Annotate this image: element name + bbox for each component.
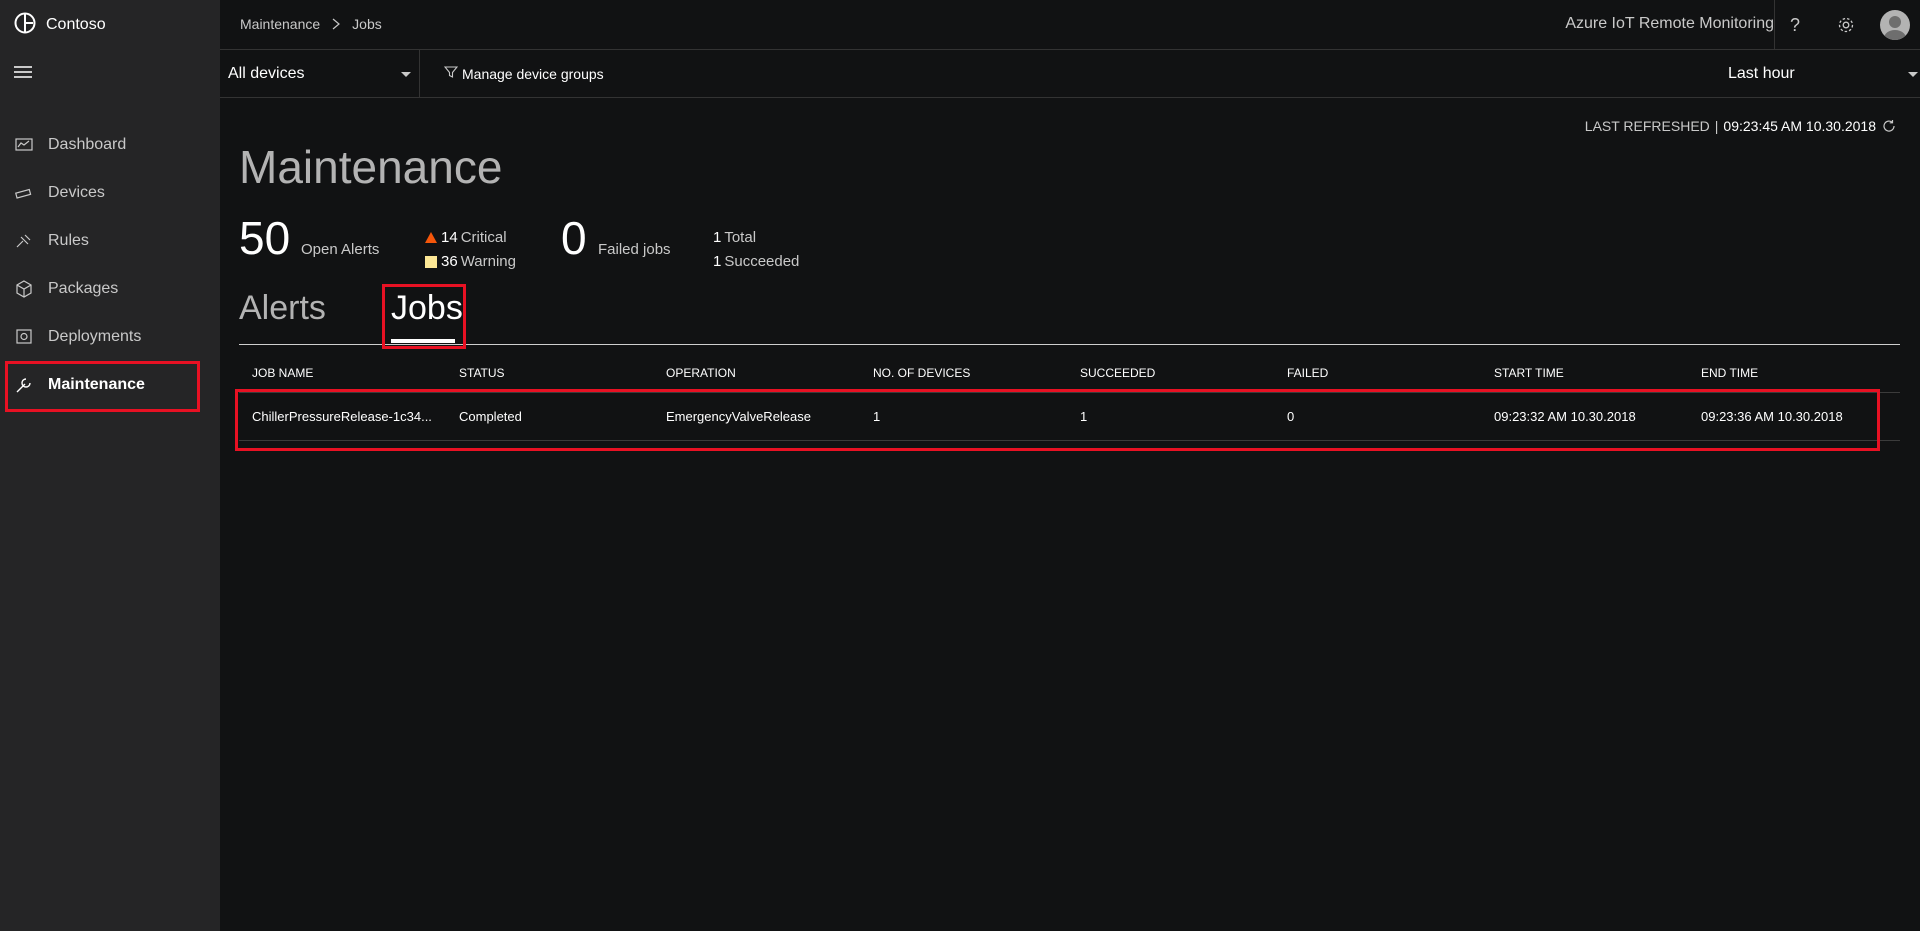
time-range-select[interactable]: Last hour xyxy=(1720,50,1920,98)
column-header[interactable]: JOB NAME xyxy=(239,366,446,380)
tab-bar: Alerts Jobs xyxy=(239,289,1900,345)
column-header[interactable]: SUCCEEDED xyxy=(1067,366,1274,380)
total-label: Total xyxy=(724,229,757,246)
critical-triangle-icon xyxy=(425,232,437,243)
chevron-right-icon xyxy=(332,18,341,30)
chevron-down-icon xyxy=(1908,72,1918,77)
warning-square-icon xyxy=(425,255,437,268)
column-header[interactable]: END TIME xyxy=(1688,366,1898,380)
warning-label: Warning xyxy=(460,253,516,270)
last-refreshed-label: LAST REFRESHED xyxy=(1584,118,1710,134)
sidebar-item-dashboard[interactable]: Dashboard xyxy=(0,121,220,169)
refresh-icon[interactable] xyxy=(1882,119,1896,133)
table-header: JOB NAME STATUS OPERATION NO. OF DEVICES… xyxy=(239,353,1900,393)
breadcrumb: Maintenance Jobs xyxy=(240,16,382,32)
column-header[interactable]: NO. OF DEVICES xyxy=(860,366,1067,380)
dashboard-icon xyxy=(15,136,33,154)
manage-device-groups-button[interactable]: Manage device groups xyxy=(443,65,604,82)
critical-count: 14 xyxy=(441,229,458,246)
help-icon[interactable]: ? xyxy=(1783,13,1807,37)
rules-icon xyxy=(15,232,33,250)
sidebar-item-packages[interactable]: Packages xyxy=(0,265,220,313)
app-title: Azure IoT Remote Monitoring xyxy=(1565,15,1774,32)
column-header[interactable]: STATUS xyxy=(446,366,653,380)
total-stat: 1 Total xyxy=(713,229,756,246)
filter-icon xyxy=(443,65,462,82)
avatar[interactable] xyxy=(1880,10,1910,40)
open-alerts-count: 50 xyxy=(239,212,291,264)
last-refreshed-timestamp: 09:23:45 AM 10.30.2018 xyxy=(1723,118,1876,134)
sidebar-item-label: Deployments xyxy=(48,328,142,345)
stats-summary: 50 Open Alerts 14 Critical 36 Warning 0 … xyxy=(239,213,1139,273)
succeeded-count: 1 xyxy=(713,253,722,270)
hamburger-menu-icon[interactable] xyxy=(14,63,32,81)
column-header[interactable]: FAILED xyxy=(1274,366,1481,380)
gear-icon[interactable] xyxy=(1834,13,1858,37)
manage-device-groups-label: Manage device groups xyxy=(462,65,604,82)
brand[interactable]: Contoso xyxy=(14,12,106,39)
sidebar-item-label: Dashboard xyxy=(48,136,127,153)
critical-stat: 14 Critical xyxy=(425,229,507,246)
device-group-select[interactable]: All devices xyxy=(220,50,420,98)
critical-label: Critical xyxy=(460,229,507,246)
breadcrumb-item-jobs: Jobs xyxy=(352,16,382,32)
sidebar-item-label: Devices xyxy=(48,184,105,201)
device-group-value: All devices xyxy=(228,65,305,82)
succeeded-stat: 1 Succeeded xyxy=(713,253,799,270)
sidebar-item-deployments[interactable]: Deployments xyxy=(0,313,220,361)
failed-jobs-label: Failed jobs xyxy=(598,241,671,258)
divider xyxy=(1774,0,1775,50)
total-count: 1 xyxy=(713,229,722,246)
last-refreshed-separator: | xyxy=(1714,118,1719,134)
open-alerts-label: Open Alerts xyxy=(301,241,380,258)
highlight-box-job-row xyxy=(235,389,1880,451)
sidebar-item-rules[interactable]: Rules xyxy=(0,217,220,265)
deployments-icon xyxy=(15,328,33,346)
highlight-box-jobs-tab xyxy=(382,284,466,349)
highlight-box-maintenance xyxy=(5,361,200,412)
last-refreshed: LAST REFRESHED | 09:23:45 AM 10.30.2018 xyxy=(1585,118,1896,134)
sidebar-item-label: Rules xyxy=(48,232,89,249)
breadcrumb-item-maintenance[interactable]: Maintenance xyxy=(240,16,320,32)
packages-icon xyxy=(15,280,33,298)
page-title: Maintenance xyxy=(239,141,503,193)
sidebar-item-devices[interactable]: Devices xyxy=(0,169,220,217)
devices-icon xyxy=(15,184,33,202)
succeeded-label: Succeeded xyxy=(724,253,800,270)
top-bar: Maintenance Jobs Azure IoT Remote Monito… xyxy=(220,0,1920,50)
context-bar: All devices Manage device groups Last ho… xyxy=(220,50,1920,98)
warning-count: 36 xyxy=(441,253,458,270)
column-header[interactable]: START TIME xyxy=(1481,366,1688,380)
time-range-value: Last hour xyxy=(1728,65,1795,82)
tab-alerts[interactable]: Alerts xyxy=(239,289,326,328)
sidebar: Contoso Dashboard Devices Rules Packages… xyxy=(0,0,220,931)
sidebar-item-label: Packages xyxy=(48,280,119,297)
column-header[interactable]: OPERATION xyxy=(653,366,860,380)
failed-jobs-count: 0 xyxy=(561,212,587,264)
chevron-down-icon xyxy=(401,72,411,77)
brand-name: Contoso xyxy=(46,16,106,33)
contoso-logo-icon xyxy=(14,12,36,39)
warning-stat: 36 Warning xyxy=(425,253,516,270)
